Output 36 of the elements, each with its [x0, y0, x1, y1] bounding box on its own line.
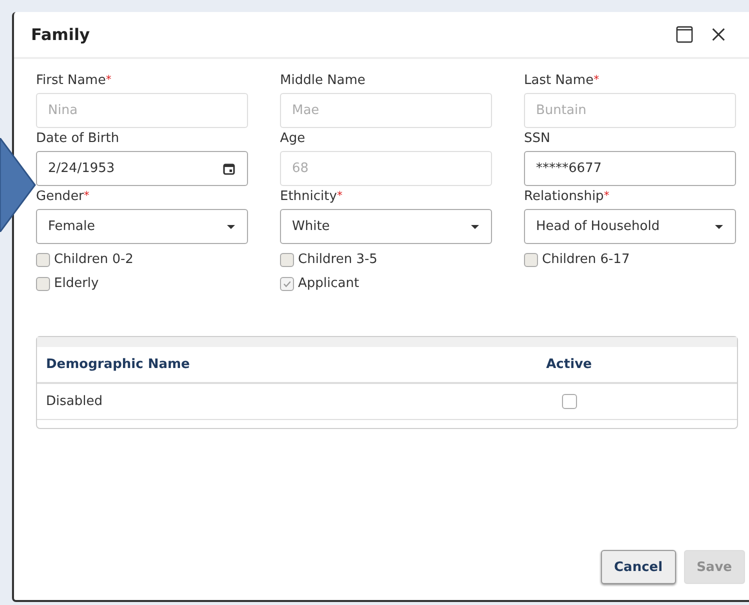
required-mark: *	[84, 189, 90, 204]
checkbox[interactable]: Children 3-5	[280, 252, 378, 267]
field-label: Date of Birth	[36, 131, 120, 147]
dialog-title: Family	[31, 25, 90, 44]
close-icon[interactable]	[710, 26, 727, 43]
cancel-button[interactable]: Cancel	[601, 550, 676, 584]
caret-icon	[715, 224, 723, 228]
required-mark: *	[604, 189, 610, 204]
column-header: Demographic Name	[45, 357, 191, 372]
input-field[interactable]: *****6677	[524, 151, 736, 186]
field-label: Middle Name	[280, 73, 366, 89]
field-label: Age	[280, 131, 306, 147]
dropdown[interactable]: Female	[36, 209, 248, 244]
required-mark: *	[336, 189, 342, 204]
date-field[interactable]: 2/24/1953	[36, 151, 248, 186]
dropdown[interactable]: Head of Household	[524, 209, 736, 244]
maximize-icon[interactable]	[676, 26, 693, 43]
checkbox[interactable]: Children 6-17	[524, 252, 630, 267]
field-label: Relationship	[524, 189, 604, 205]
field-label: Gender	[36, 189, 84, 205]
column-header: Active	[545, 357, 593, 372]
field-label: Last Name	[524, 73, 594, 89]
checkbox[interactable]: Children 0-2	[36, 252, 134, 267]
dropdown[interactable]: White	[280, 209, 492, 244]
checkbox[interactable]	[562, 394, 576, 409]
field-label: First Name	[36, 73, 106, 89]
required-mark: *	[106, 73, 112, 88]
checkbox[interactable]: Elderly	[36, 276, 99, 291]
table-cell-text: Disabled	[45, 394, 104, 409]
caret-icon	[227, 224, 235, 228]
checkbox[interactable]: Applicant	[280, 276, 360, 291]
field-label: Ethnicity	[280, 189, 337, 205]
calendar-icon[interactable]	[223, 162, 235, 174]
field-label: SSN	[524, 131, 550, 147]
caret-icon	[471, 224, 479, 228]
required-mark: *	[594, 73, 600, 88]
